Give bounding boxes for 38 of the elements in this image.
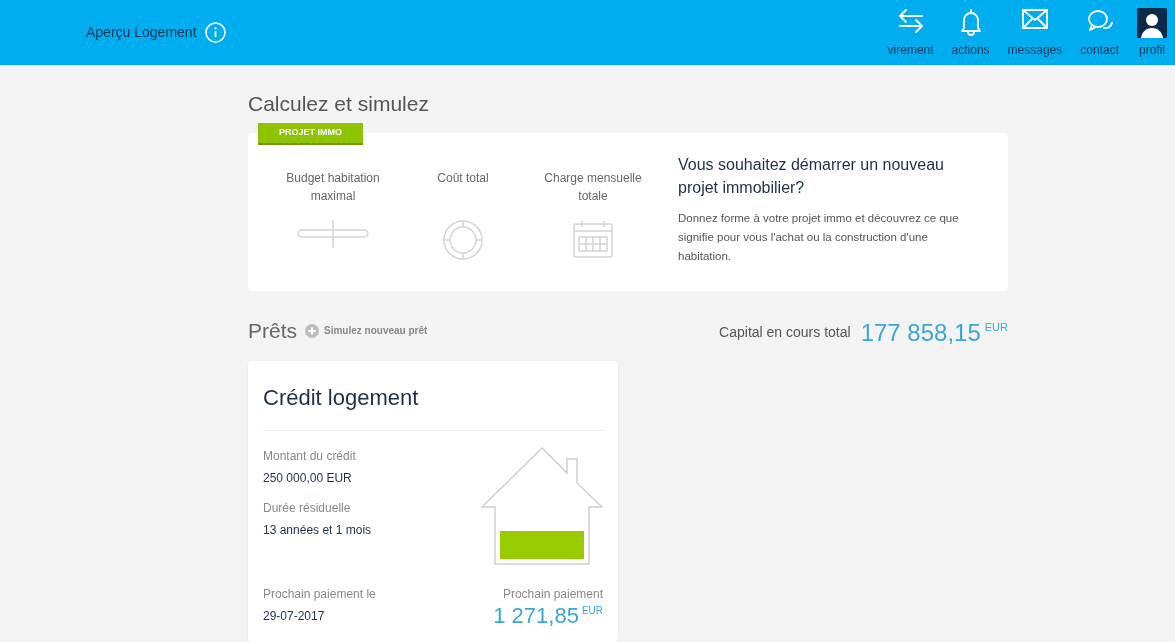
nav-button[interactable]: messages — [1007, 8, 1063, 59]
promo-text: Donnez forme à votre projet immo et découvrez ce que signifie pour vous l'achat ou la construction d'une habitation. — [678, 211, 960, 264]
nav-button[interactable]: profil — [1137, 8, 1167, 59]
field-value: 250 000,00 EUR — [263, 469, 353, 487]
field-label: Prochain paiement — [502, 585, 603, 603]
section-heading: Prêts — [248, 318, 297, 344]
simulation-tool[interactable]: Coût total — [408, 169, 518, 291]
page-title: Aperçu Logement — [86, 23, 197, 42]
nav-button[interactable]: contact — [1080, 8, 1119, 59]
project-tag: PROJET IMMO — [258, 123, 363, 143]
plus-circle-icon — [305, 323, 319, 338]
nav-button[interactable]: virement — [887, 8, 934, 59]
nav-button[interactable]: actions — [951, 8, 990, 59]
currency-label: EUR — [581, 603, 603, 618]
chat-bubbles-icon — [1085, 8, 1114, 34]
currency-label: EUR — [984, 319, 1008, 335]
ring-icon — [442, 219, 484, 261]
field-label: Montant du crédit — [263, 447, 357, 465]
promo-heading: Vous souhaitez démarrer un nouveau projet immobilier? — [678, 155, 945, 198]
info-icon[interactable] — [204, 22, 226, 43]
simulate-loan-link[interactable]: Simulez nouveau prêt — [305, 323, 428, 339]
simulation-tool[interactable]: Budget habitation maximal — [278, 169, 388, 291]
total-label: Capital en cours total — [719, 323, 851, 342]
payment-amount: 1 271,85 — [493, 602, 579, 629]
bell-icon — [958, 8, 983, 36]
avatar-icon — [1137, 8, 1167, 38]
field-label: Prochain paiement le — [263, 585, 376, 603]
field-value: 29-07-2017 — [263, 607, 326, 625]
total-amount: 177 858,15 — [860, 318, 981, 347]
field-value: 13 années et 1 mois — [263, 521, 372, 539]
envelope-icon — [1020, 8, 1049, 30]
section-heading: Calculez et simulez — [248, 91, 430, 117]
loan-title: Crédit logement — [263, 380, 603, 431]
calendar-icon — [572, 219, 614, 259]
field-label: Durée résiduelle — [263, 499, 352, 517]
slider-icon — [297, 219, 369, 249]
arrows-icon — [896, 8, 925, 34]
simulation-tool[interactable]: Charge mensuelle totale — [538, 169, 648, 291]
